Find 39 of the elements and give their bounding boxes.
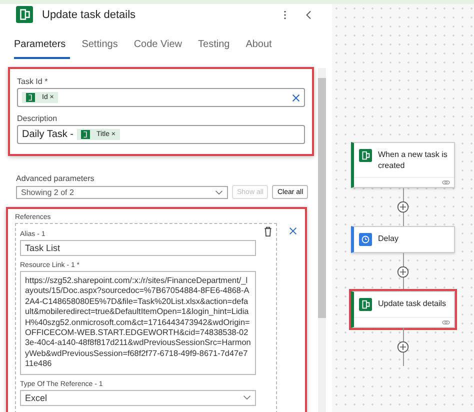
- step-title: Delay: [378, 233, 398, 244]
- more-icon[interactable]: [283, 10, 287, 20]
- scrollbar[interactable]: [318, 68, 326, 412]
- field-label: Description: [17, 114, 58, 123]
- chevron-down-icon: [243, 395, 251, 400]
- planner-icon: [359, 149, 372, 162]
- step-title: When a new task is created: [378, 149, 448, 171]
- close-icon[interactable]: [289, 227, 297, 235]
- input-field[interactable]: Task List: [20, 240, 256, 256]
- collapse-icon[interactable]: [306, 10, 312, 20]
- tab[interactable]: Code View: [134, 34, 186, 59]
- field-label: Task Id *: [17, 77, 49, 86]
- add-step-icon[interactable]: [397, 201, 409, 213]
- chevron-down-icon: [215, 190, 223, 194]
- planner-icon: [26, 93, 35, 102]
- planner-icon: [359, 298, 372, 311]
- planner-icon: [16, 6, 33, 23]
- trash-icon[interactable]: [263, 226, 273, 237]
- panel-title: Update task details: [42, 8, 137, 20]
- tab[interactable]: Settings: [82, 34, 122, 59]
- clock-icon: [359, 233, 372, 246]
- tab[interactable]: About: [246, 34, 276, 59]
- dropdown[interactable]: Showing 2 of 2: [16, 186, 228, 198]
- flow-step-card[interactable]: Update task details: [351, 291, 455, 328]
- link-icon: [442, 320, 450, 325]
- add-step-icon[interactable]: [397, 266, 409, 278]
- text-area[interactable]: https://szg52.sharepoint.com/:x:/r/sites/FinanceDepartment/_layouts/15/Doc.aspx?sourcedoc=%7B67054884-8FE6-4868-A2A4-C148658080E5%7D&file=Task%20List.xlsx&action=default&mobileredirect=true&DefaultItemOpen=1&login_hint=LidiaH%40szg52.onmicrosoft.com&ct=1716443473942&wdOrigin=OFFICECOM-WEB.START.EDGEWORTH&cid=74838538-023e-40c4-a140-48f8f817d211&wdPreviousSessionSrc=HarmonyWeb&wdPreviousSession=f68f2f77-6718-49f9-8671-7d47e711e486: [20, 271, 256, 375]
- planner-icon: [80, 130, 90, 139]
- dropdown[interactable]: Excel: [20, 390, 256, 406]
- flow-step-card[interactable]: Delay: [351, 226, 455, 253]
- step-title: Update task details: [378, 298, 446, 309]
- add-step-icon[interactable]: [397, 341, 409, 353]
- tab[interactable]: Parameters: [14, 34, 70, 59]
- tab[interactable]: Testing: [198, 34, 234, 59]
- clear-icon[interactable]: [292, 94, 300, 102]
- field-label: Advanced parameters: [16, 174, 96, 183]
- link-icon: [442, 180, 450, 185]
- flow-step-card[interactable]: When a new task is created: [351, 142, 455, 188]
- field-text: Daily Task -: [22, 129, 74, 140]
